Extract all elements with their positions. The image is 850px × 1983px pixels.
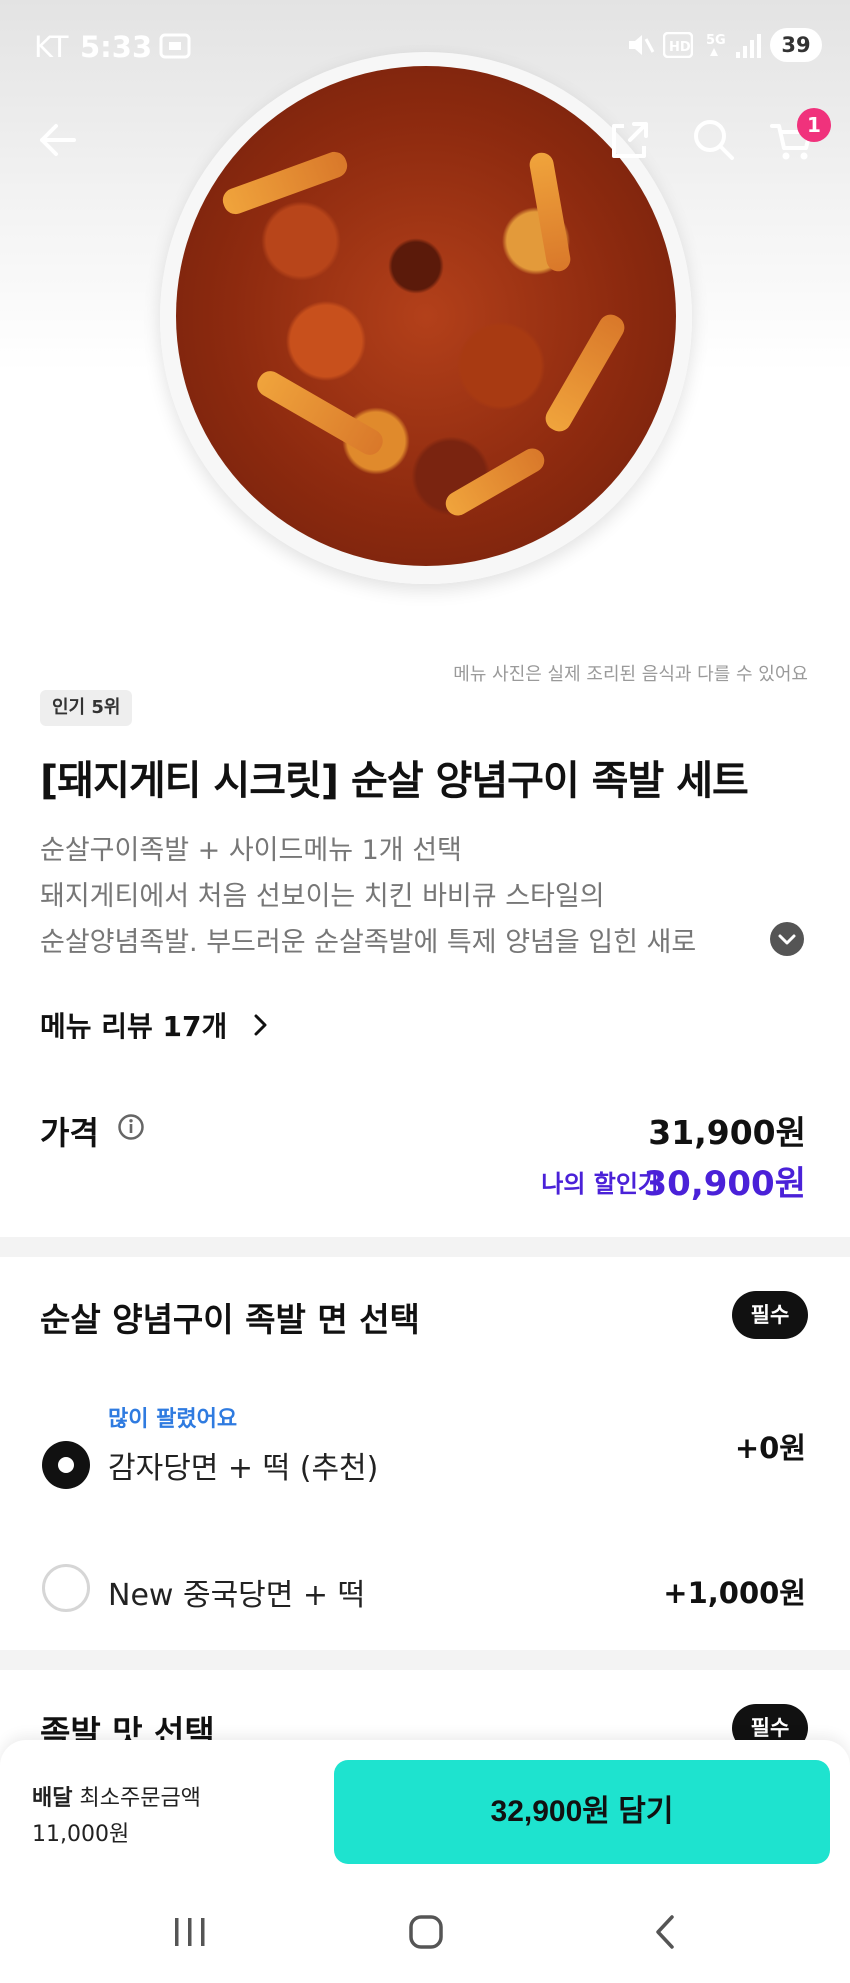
option-name: 감자당면 + 떡 (추천): [108, 1451, 379, 1486]
option-item[interactable]: New 중국당면 + 떡 +1,000원: [0, 1560, 850, 1640]
description-line: 순살구이족발 + 사이드메뉴 1개 선택: [40, 835, 462, 866]
rank-badge: 인기 5위: [40, 690, 133, 726]
status-bar: KT 5:33 HD 5G 39: [0, 0, 850, 92]
reviews-link-label: 메뉴 리뷰 17개: [40, 1010, 228, 1043]
share-icon[interactable]: [600, 110, 660, 170]
hd-icon: HD: [663, 32, 693, 58]
discount-price: 30,900원: [643, 1164, 806, 1204]
min-order-value: 11,000원: [32, 1822, 130, 1847]
option-price: +0원: [734, 1431, 806, 1465]
expand-description-button[interactable]: [770, 922, 804, 956]
mute-icon: [629, 35, 655, 55]
popular-tag: 많이 팔렸어요: [108, 1407, 238, 1432]
min-order-label: 최소주문금액: [79, 1786, 201, 1811]
description-line: 순살양념족발. 부드러운 순살족발에 특제 양념을 입힌 새로: [40, 927, 697, 958]
required-badge: 필수: [732, 1291, 808, 1339]
info-icon[interactable]: [117, 1113, 145, 1141]
status-time: 5:33: [80, 30, 153, 64]
section-divider: [0, 1237, 850, 1257]
description-line: 돼지게티에서 처음 선보이는 치킨 바비큐 스타일의: [40, 881, 605, 912]
option-price: +1,000원: [663, 1576, 806, 1610]
signal-bars-icon: [736, 34, 761, 58]
delivery-label: 배달: [32, 1786, 73, 1811]
chevron-right-icon: [254, 1014, 267, 1036]
image-disclaimer: 메뉴 사진은 실제 조리된 음식과 다를 수 있어요: [453, 664, 808, 685]
price-value: 31,900원: [648, 1113, 806, 1152]
delivery-min-order: 배달 최소주문금액: [32, 1780, 201, 1812]
radio-selected[interactable]: [42, 1441, 90, 1489]
back-arrow-icon[interactable]: [28, 110, 88, 170]
product-description: 순살구이족발 + 사이드메뉴 1개 선택 돼지게티에서 처음 선보이는 치킨 바…: [40, 828, 800, 966]
add-to-cart-button[interactable]: 32,900원 담기: [334, 1760, 830, 1864]
carrier-label: KT: [34, 30, 69, 64]
battery-indicator: 39: [770, 28, 822, 62]
home-icon[interactable]: [406, 1912, 446, 1952]
screenshot-icon: [159, 33, 191, 59]
cart-count-badge: 1: [797, 108, 831, 142]
svg-text:5G: 5G: [706, 33, 726, 48]
radio-unselected[interactable]: [42, 1564, 90, 1612]
product-title: [돼지게티 시크릿] 순살 양념구이 족발 세트: [40, 758, 749, 804]
5g-signal-icon: 5G: [706, 33, 726, 56]
option-name: New 중국당면 + 떡: [108, 1578, 366, 1613]
back-icon[interactable]: [646, 1912, 686, 1952]
section-divider: [0, 1650, 850, 1670]
option-item[interactable]: 많이 팔렸어요 감자당면 + 떡 (추천) +0원: [0, 1395, 850, 1515]
svg-text:HD: HD: [669, 40, 691, 55]
product-image: [0, 0, 850, 620]
option-group-title: 순살 양념구이 족발 면 선택: [40, 1300, 420, 1339]
discount-label: 나의 할인가: [541, 1170, 660, 1198]
chevron-down-icon: [778, 934, 796, 945]
price-label: 가격: [40, 1114, 99, 1152]
search-icon[interactable]: [684, 110, 744, 170]
recent-apps-icon[interactable]: [170, 1912, 210, 1952]
